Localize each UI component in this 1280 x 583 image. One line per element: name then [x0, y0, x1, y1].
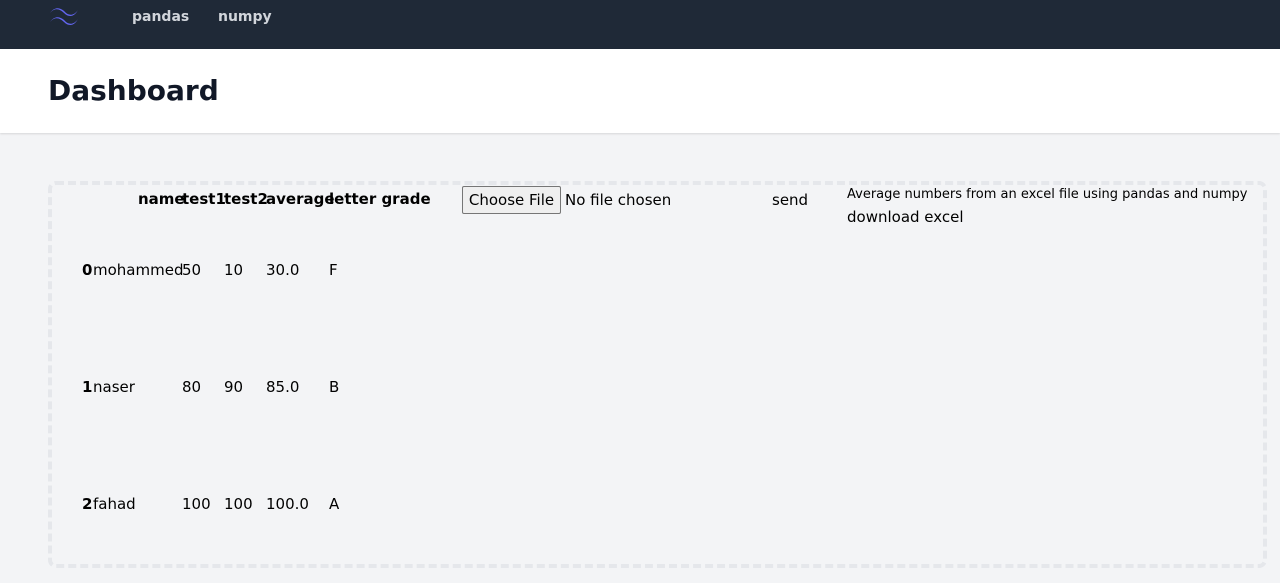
- nav-link-pandas[interactable]: pandas: [132, 9, 189, 25]
- cell-name: naser: [93, 378, 135, 396]
- top-navbar: pandas numpy: [0, 0, 1280, 49]
- column-header-average: average: [266, 190, 335, 208]
- row-index: 1: [82, 378, 93, 396]
- column-header-name: name: [138, 190, 185, 208]
- cell-name: fahad: [93, 495, 136, 513]
- cell-average: 100.0: [266, 495, 309, 513]
- cell-test1: 100: [182, 495, 211, 513]
- description-text: Average numbers from an excel file using…: [847, 187, 1248, 202]
- cell-name: mohammed: [93, 261, 184, 279]
- choose-file-button[interactable]: Choose File: [462, 186, 561, 214]
- download-excel-link[interactable]: download excel: [847, 208, 964, 226]
- nav-link-numpy[interactable]: numpy: [218, 9, 272, 25]
- row-index: 2: [82, 495, 93, 513]
- page-title: Dashboard: [48, 74, 219, 107]
- cell-letter-grade: B: [329, 378, 340, 396]
- file-status-text: No file chosen: [565, 191, 672, 209]
- cell-test2: 90: [224, 378, 244, 396]
- send-button[interactable]: send: [772, 191, 808, 209]
- column-header-test1: test1: [182, 190, 226, 208]
- cell-letter-grade: F: [329, 261, 338, 279]
- cell-test2: 10: [224, 261, 244, 279]
- column-header-test2: test2: [224, 190, 268, 208]
- cell-letter-grade: A: [329, 495, 340, 513]
- cell-average: 30.0: [266, 261, 300, 279]
- row-index: 0: [82, 261, 93, 279]
- wave-logo-icon[interactable]: [48, 5, 80, 29]
- cell-average: 85.0: [266, 378, 300, 396]
- page-header: Dashboard: [0, 49, 1280, 133]
- column-header-letter-grade: letter grade: [329, 190, 431, 208]
- cell-test2: 100: [224, 495, 253, 513]
- cell-test1: 80: [182, 378, 202, 396]
- cell-test1: 50: [182, 261, 202, 279]
